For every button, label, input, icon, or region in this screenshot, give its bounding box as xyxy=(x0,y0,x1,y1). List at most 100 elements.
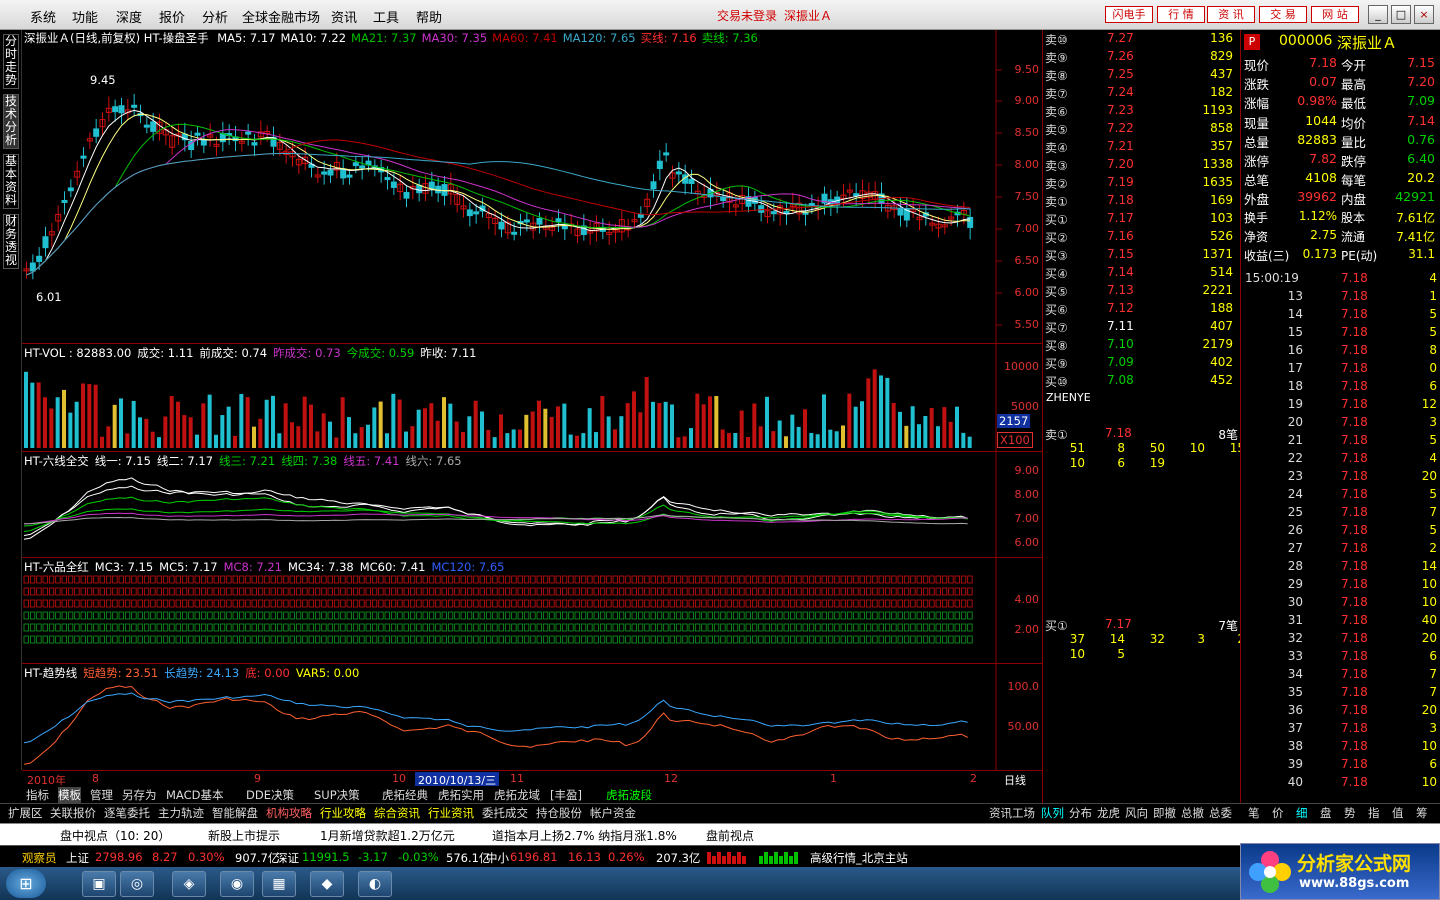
status-item[interactable]: 高级行情_北京主站 xyxy=(810,850,908,866)
ma-value: MA120: 7.65 xyxy=(562,31,636,45)
start-button[interactable]: ⊞ xyxy=(6,869,46,898)
top-button[interactable]: 行 情 xyxy=(1157,6,1205,23)
trend-axis-label: 50.00 xyxy=(1007,720,1040,733)
menu-item[interactable]: 分析 xyxy=(202,7,228,26)
panel-tab[interactable]: 值 xyxy=(1392,805,1404,821)
panel-tab[interactable]: 势 xyxy=(1344,805,1356,821)
bottom-tab[interactable]: 行业资讯 xyxy=(428,805,474,821)
panel-tab[interactable]: 总委 xyxy=(1209,805,1232,821)
mc-cell xyxy=(67,635,74,644)
bottom-tab[interactable]: 逐笔委托 xyxy=(104,805,150,821)
menu-item[interactable]: 报价 xyxy=(159,7,185,26)
panel-tab[interactable]: 笔 xyxy=(1248,805,1260,821)
bottom-tab[interactable]: 综合资讯 xyxy=(374,805,420,821)
indicator-tab[interactable]: 虎拓波段 xyxy=(606,787,652,803)
mc-cell xyxy=(802,599,808,608)
bottom-tab[interactable]: 持仓股份 xyxy=(536,805,582,821)
indicator-tab[interactable]: 虎拓实用 xyxy=(438,787,484,803)
mc-cell xyxy=(891,575,897,584)
mc-cell xyxy=(954,623,960,632)
panel-tab[interactable]: 价 xyxy=(1272,805,1284,821)
panel-tab[interactable]: 龙虎 xyxy=(1097,805,1120,821)
indicator-tab[interactable]: 虎拓龙域 xyxy=(494,787,540,803)
taskbar-app-icon[interactable]: ◎ xyxy=(120,871,154,897)
menu-item[interactable]: 深度 xyxy=(116,7,142,26)
tick-time: 23 xyxy=(1287,469,1303,483)
news-item[interactable]: 道指本月上扬2.7% 纳指月涨1.8% xyxy=(492,827,677,844)
panel-tab[interactable]: 资讯工场 xyxy=(989,805,1035,821)
news-item[interactable]: 盘中视点（10: 20） xyxy=(60,827,170,844)
taskbar-app-icon[interactable]: ◈ xyxy=(172,871,206,897)
order-price: 7.20 xyxy=(1107,157,1134,171)
bottom-tab[interactable]: 机构攻略 xyxy=(266,805,312,821)
menu-item[interactable]: 系统 xyxy=(30,7,56,26)
maximize-icon[interactable]: □ xyxy=(1391,5,1411,24)
panel-tab[interactable]: 细 xyxy=(1296,805,1308,821)
chart-canvas[interactable] xyxy=(22,30,1042,770)
menu-item[interactable]: 资讯 xyxy=(331,7,357,26)
panel-tab[interactable]: 风向 xyxy=(1125,805,1148,821)
news-item[interactable]: 新股上市提示 xyxy=(208,827,280,844)
indicator-tab[interactable]: SUP决策 xyxy=(314,787,360,803)
bottom-tab[interactable]: 帐户资金 xyxy=(590,805,636,821)
mc-cell xyxy=(232,575,238,584)
panel-tab[interactable]: 分布 xyxy=(1069,805,1092,821)
bottom-tab[interactable]: 主力轨迹 xyxy=(158,805,204,821)
tab-financials[interactable]: 财务透视 xyxy=(3,214,19,269)
mc-cell xyxy=(23,587,29,596)
menu-item[interactable]: 工具 xyxy=(373,7,399,26)
minimize-icon[interactable]: _ xyxy=(1368,5,1388,24)
indicator-tab[interactable]: 虎拓经典 xyxy=(382,787,428,803)
taskbar-app-icon[interactable]: ◆ xyxy=(310,871,344,897)
volume-bar xyxy=(258,418,263,448)
bottom-tab[interactable]: 关联报价 xyxy=(50,805,96,821)
menu-item[interactable]: 全球金融市场 xyxy=(242,7,320,26)
tab-intraday[interactable]: 分时走势 xyxy=(3,34,19,89)
panel-tab[interactable]: 总撤 xyxy=(1181,805,1204,821)
indicator-tab[interactable]: 另存为 xyxy=(122,787,157,803)
taskbar-app-icon[interactable]: ▣ xyxy=(82,871,116,897)
mc-cell xyxy=(359,575,365,584)
indicator-tab[interactable]: 管理 xyxy=(90,787,113,803)
panel-tab[interactable]: 队列 xyxy=(1041,805,1064,821)
status-item[interactable]: 观察员 xyxy=(22,850,57,866)
mc-cell xyxy=(194,599,200,608)
mc-cell xyxy=(840,599,846,608)
bottom-tab[interactable]: 智能解盘 xyxy=(212,805,258,821)
panel-tab[interactable]: 筹 xyxy=(1416,805,1428,821)
indicator-tab[interactable]: 模板 xyxy=(58,787,81,803)
bottom-tab[interactable]: 扩展区 xyxy=(8,805,43,821)
kline-chart-area[interactable]: 深振业Ａ(日线,前复权) HT-操盘圣手 MA5: 7.17 MA10: 7.22… xyxy=(22,30,1042,770)
close-icon[interactable]: × xyxy=(1414,5,1434,24)
top-button[interactable]: 网 站 xyxy=(1311,6,1359,23)
mc-cell xyxy=(416,575,422,584)
taskbar-app-icon[interactable]: ◉ xyxy=(220,871,254,897)
top-button[interactable]: 闪电手 xyxy=(1105,6,1153,23)
tab-fundamentals[interactable]: 基本资料 xyxy=(3,154,19,209)
news-item[interactable]: 盘前视点 xyxy=(706,827,754,844)
taskbar-app-icon[interactable]: ◐ xyxy=(358,871,392,897)
indicator-tab[interactable]: 指标 xyxy=(26,787,49,803)
mc-cell xyxy=(580,635,587,644)
order-label: 买⑧ xyxy=(1045,339,1068,353)
menu-item[interactable]: 功能 xyxy=(72,7,98,26)
mc-cell xyxy=(745,587,751,596)
indicator-tab[interactable]: DDE决策 xyxy=(246,787,294,803)
tab-technical[interactable]: 技术分析 xyxy=(3,94,19,149)
bottom-tab[interactable]: 委托成交 xyxy=(482,805,528,821)
indicator-tab[interactable]: [丰盈] xyxy=(550,787,582,803)
panel-tab[interactable]: 盘 xyxy=(1320,805,1332,821)
bottom-tab[interactable]: 行业攻略 xyxy=(320,805,366,821)
news-item[interactable]: 1月新增贷款超1.2万亿元 xyxy=(320,827,455,844)
mc-cell xyxy=(245,575,251,584)
mc-cell xyxy=(93,635,99,644)
panel-tab[interactable]: 即撤 xyxy=(1153,805,1176,821)
panel-tab[interactable]: 指 xyxy=(1368,805,1380,821)
taskbar-app-icon[interactable]: ▦ xyxy=(262,871,296,897)
indicator-tab[interactable]: MACD基本 xyxy=(166,787,223,803)
mc-cell xyxy=(726,587,732,596)
top-button[interactable]: 资 讯 xyxy=(1207,6,1255,23)
menu-item[interactable]: 帮助 xyxy=(416,7,442,26)
header-value: 线五: 7.41 xyxy=(343,454,400,468)
top-button[interactable]: 交 易 xyxy=(1259,6,1307,23)
